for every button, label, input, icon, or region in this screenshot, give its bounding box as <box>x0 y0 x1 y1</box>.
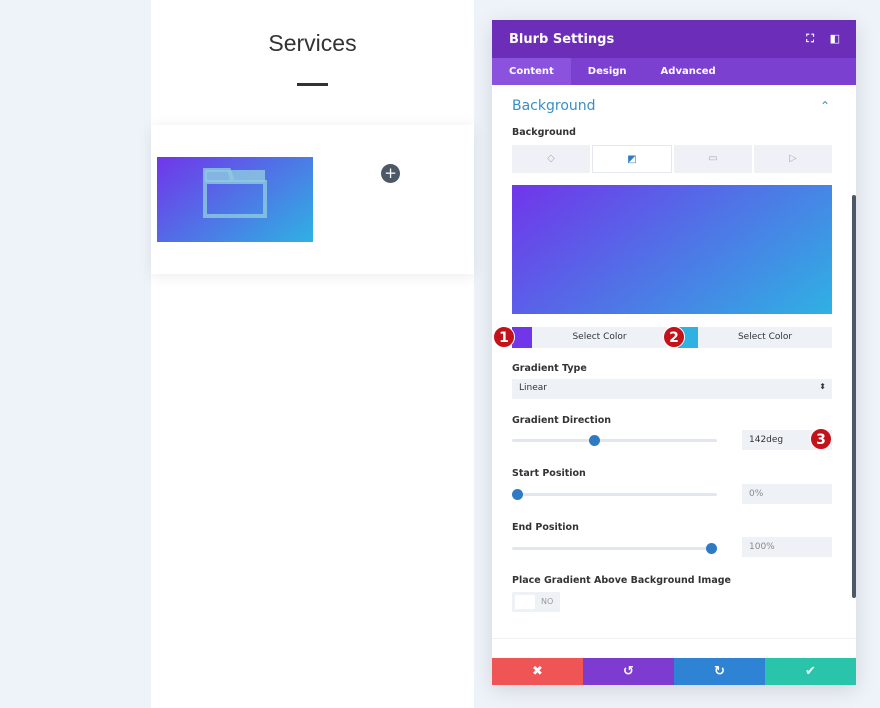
image-icon[interactable]: ▭ <box>674 145 752 173</box>
color1-swatch[interactable] <box>512 327 532 348</box>
section-divider <box>492 638 856 639</box>
slider-handle[interactable] <box>512 489 523 500</box>
tab-content[interactable]: Content <box>492 58 571 85</box>
section-title[interactable]: Background <box>512 98 836 114</box>
settings-panel: Blurb Settings ⛶ ◧ Content Design Advanc… <box>492 20 856 685</box>
start-slider[interactable] <box>512 489 717 500</box>
toggle-value: NO <box>541 597 554 606</box>
panel-body: Background ⌃ Background ◇ ◩ ▭ ▷ Select C… <box>492 85 856 658</box>
gradient-preview <box>512 185 832 314</box>
redo-button[interactable]: ↻ <box>674 658 765 685</box>
start-input[interactable]: 0% <box>742 484 832 504</box>
folder-icon <box>203 168 267 218</box>
slider-handle[interactable] <box>589 435 600 446</box>
cancel-button[interactable]: ✖ <box>492 658 583 685</box>
paint-bucket-icon[interactable]: ◇ <box>512 145 590 173</box>
direction-label: Gradient Direction <box>512 415 611 426</box>
page-column <box>151 0 474 708</box>
tab-design[interactable]: Design <box>571 58 644 85</box>
annotation-badge-3: 3 <box>810 428 832 450</box>
add-module-button[interactable]: + <box>381 164 400 183</box>
panel-footer: ✖ ↺ ↻ ✔ <box>492 658 856 685</box>
title-divider <box>297 83 328 86</box>
annotation-badge-1: 1 <box>493 326 515 348</box>
start-label: Start Position <box>512 468 586 479</box>
sidebar-toggle-icon[interactable]: ◧ <box>830 32 840 45</box>
panel-title: Blurb Settings <box>509 32 615 47</box>
background-type-tabs: ◇ ◩ ▭ ▷ <box>512 145 832 173</box>
color2-select[interactable]: Select Color <box>698 327 832 348</box>
gradient-type-label: Gradient Type <box>512 363 587 374</box>
direction-slider[interactable] <box>512 435 717 446</box>
annotation-badge-2: 2 <box>663 326 685 348</box>
toggle-knob <box>515 595 535 609</box>
save-button[interactable]: ✔ <box>765 658 856 685</box>
end-label: End Position <box>512 522 579 533</box>
slider-handle[interactable] <box>705 543 717 554</box>
panel-tabs: Content Design Advanced <box>492 58 856 85</box>
panel-scrollbar[interactable] <box>852 195 856 598</box>
fullscreen-icon[interactable]: ⛶ <box>806 32 814 46</box>
gradient-type-select[interactable]: Linear ⬍ <box>512 379 832 399</box>
gradient-type-value: Linear <box>519 383 547 393</box>
end-input[interactable]: 100% <box>742 537 832 557</box>
panel-header: Blurb Settings ⛶ ◧ <box>492 20 856 58</box>
page-title: Services <box>268 30 357 56</box>
place-gradient-label: Place Gradient Above Background Image <box>512 575 731 586</box>
background-label: Background <box>512 127 576 138</box>
chevron-up-icon[interactable]: ⌃ <box>820 99 830 113</box>
color1-select[interactable]: Select Color <box>532 327 667 348</box>
tab-advanced[interactable]: Advanced <box>644 58 733 85</box>
video-icon[interactable]: ▷ <box>754 145 832 173</box>
place-gradient-toggle[interactable]: NO <box>512 592 560 612</box>
gradient-icon[interactable]: ◩ <box>592 145 672 173</box>
undo-button[interactable]: ↺ <box>583 658 674 685</box>
end-slider[interactable] <box>512 543 717 554</box>
select-arrows-icon: ⬍ <box>819 382 826 391</box>
